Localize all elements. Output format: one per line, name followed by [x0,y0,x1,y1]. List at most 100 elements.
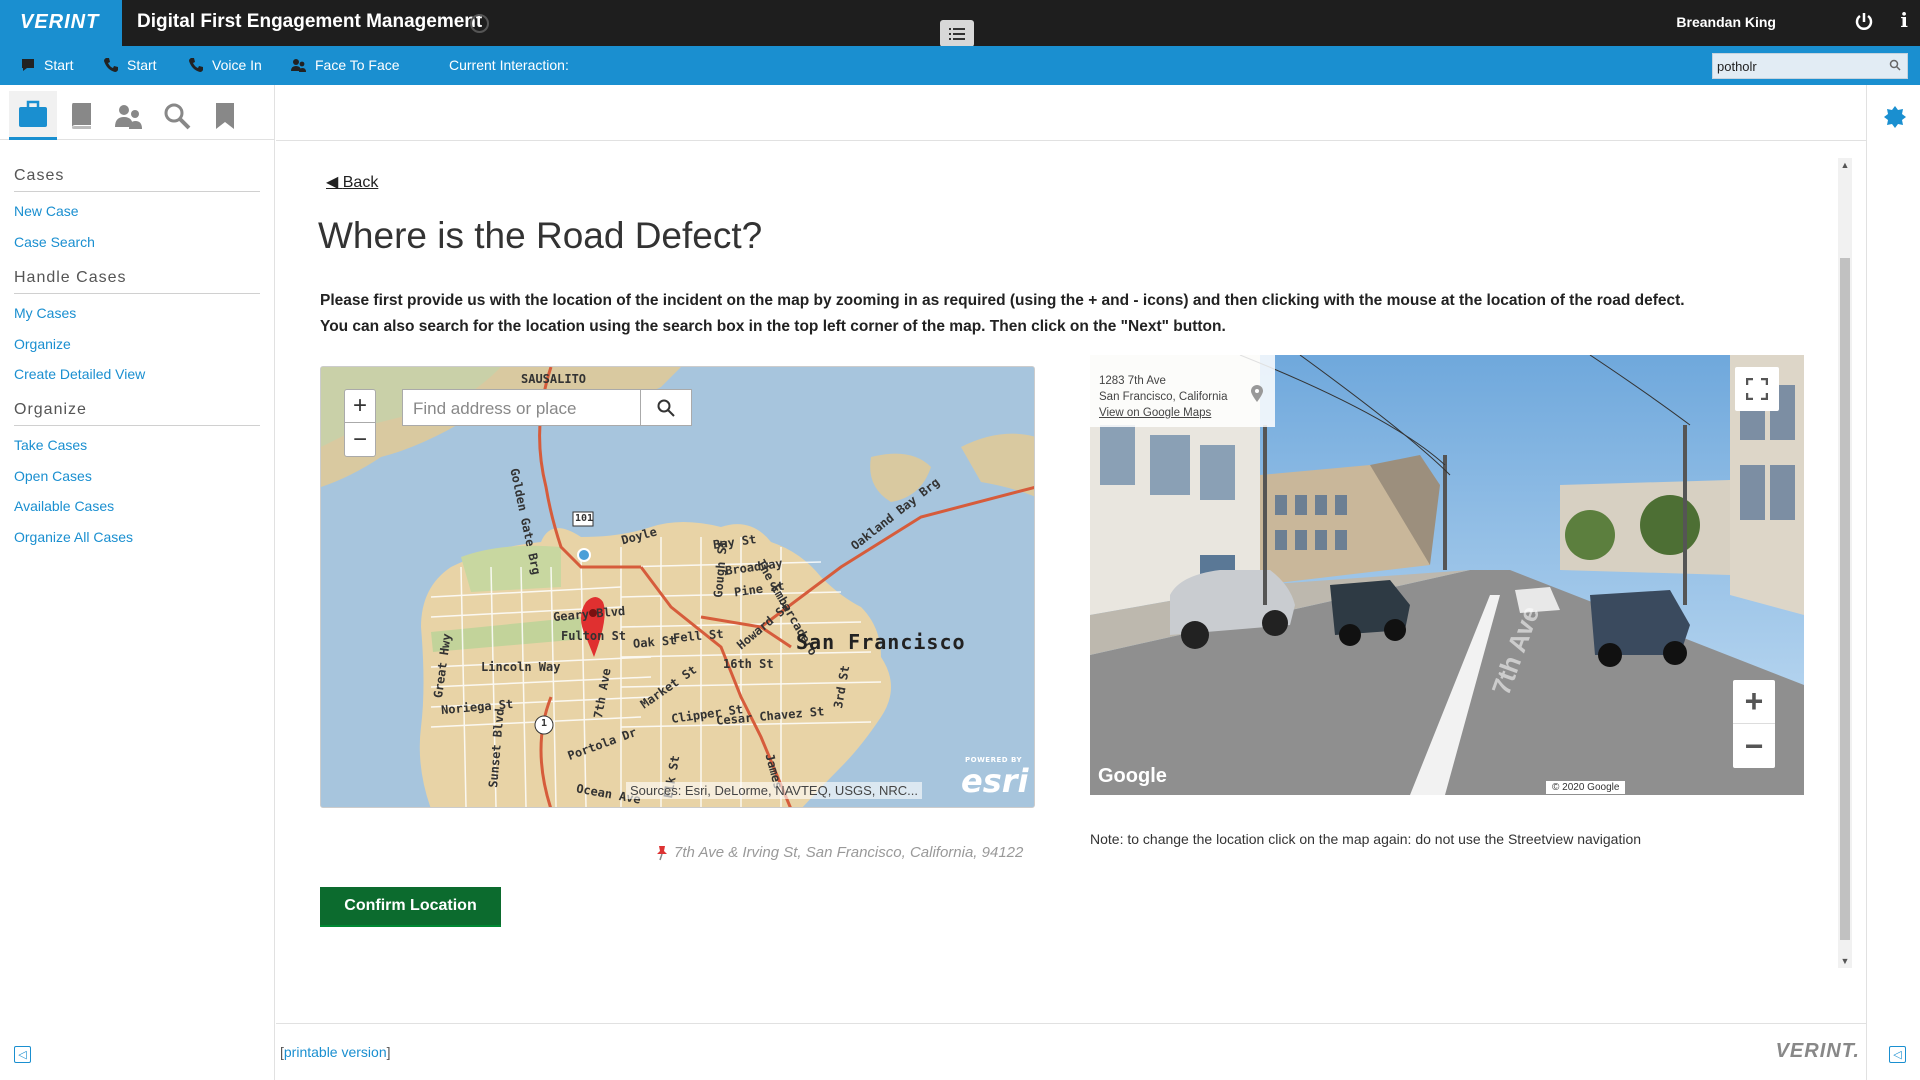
tab-cases[interactable] [9,91,57,140]
scroll-up-arrow-icon[interactable]: ▲ [1838,158,1852,172]
instructions-line: Please first provide us with the locatio… [320,292,1685,309]
face-to-face-button[interactable]: Face To Face [291,57,400,73]
printable-version-link[interactable]: printable version [284,1044,387,1060]
back-link[interactable]: ◀ Back [326,172,378,192]
sidebar-item-organize-all-cases[interactable]: Organize All Cases [14,529,133,545]
search-icon [657,399,675,417]
section-organize: Organize [14,401,260,426]
map-zoom-in-button[interactable]: + [345,390,375,423]
city-label: San Francisco [796,630,966,654]
start-call-button[interactable]: Start [103,57,157,73]
esri-logo: POWERED BY esri [961,756,1029,800]
collapse-sidebar-icon[interactable]: ◁ [14,1046,31,1063]
action-label: Start [44,57,74,73]
user-name[interactable]: Breandan King [1676,14,1776,30]
map-label: SAUSALITO [521,372,587,386]
tab-knowledge[interactable] [57,91,105,140]
left-sidebar: Cases New Case Case Search Handle Cases … [0,85,275,1080]
main-header-area [276,85,1866,141]
street-view-zoom: + − [1733,680,1775,768]
power-icon[interactable] [1853,10,1875,34]
map-zoom-out-button[interactable]: − [345,423,375,456]
google-logo: Google [1098,765,1167,787]
badge-icon[interactable] [1883,105,1907,129]
info-icon[interactable]: i [1900,8,1908,32]
sidebar-item-my-cases[interactable]: My Cases [14,305,76,321]
voice-in-button[interactable]: Voice In [188,57,262,73]
scrollbar-thumb[interactable] [1840,258,1850,940]
map-label: Fulton St [561,629,627,643]
map-search: Find address or place [402,389,692,426]
location-map[interactable]: SAUSALITO Golden Gate Brg Doyle Bay St B… [320,366,1035,808]
back-label: Back [342,174,379,191]
tab-search[interactable] [153,91,201,140]
selected-address: 7th Ave & Irving St, San Francisco, Cali… [654,844,1023,861]
sv-address-line: San Francisco, California [1099,391,1228,403]
verint-logo: VERINT [0,0,122,46]
street-view-panel[interactable]: 1283 7th Ave San Francisco, California V… [1090,355,1804,795]
printable-version: [printable version] [280,1044,391,1060]
fullscreen-icon [1746,378,1768,400]
map-search-button[interactable] [641,390,691,425]
section-handle-cases: Handle Cases [14,269,260,294]
loading-spinner-icon [470,14,489,33]
global-search[interactable] [1712,53,1908,79]
scroll-down-arrow-icon[interactable]: ▼ [1838,954,1852,968]
top-bar: VERINT Digital First Engagement Manageme… [0,0,1920,47]
tab-contacts[interactable] [105,91,153,140]
app-title: Digital First Engagement Management [137,11,483,32]
action-label: Face To Face [315,57,400,73]
sidebar-item-open-cases[interactable]: Open Cases [14,468,92,484]
map-label: Lincoln Way [481,660,561,674]
briefcase-icon [19,100,47,127]
fullscreen-button[interactable] [1735,367,1779,411]
page-title: Where is the Road Defect? [318,215,763,256]
main-content: ◀ Back Where is the Road Defect? Please … [276,141,1866,1023]
map-label: 16th St [723,657,774,671]
sidebar-tabs [0,85,275,140]
esri-text: esri [961,762,1029,800]
start-chat-button[interactable]: Start [20,57,74,73]
confirm-location-button[interactable]: Confirm Location [320,887,501,927]
route-shield-label: 1 [541,718,548,729]
phone-icon [104,58,118,72]
map-attribution: Sources: Esri, DeLorme, NAVTEQ, USGS, NR… [626,782,922,799]
map-tiles[interactable] [321,367,1035,808]
search-icon[interactable] [1889,59,1901,71]
section-cases: Cases [14,167,260,192]
tab-bookmarks[interactable] [201,91,249,140]
search-icon [164,103,191,129]
sv-zoom-out-button[interactable]: − [1733,724,1775,768]
bracket: ] [386,1044,391,1060]
sidebar-item-create-detailed-view[interactable]: Create Detailed View [14,366,145,382]
google-copyright: © 2020 Google [1546,781,1626,794]
sidebar-item-take-cases[interactable]: Take Cases [14,437,87,453]
menu-toggle-button[interactable] [940,20,974,47]
right-panel-strip: ◁ [1866,85,1920,1080]
map-pin-icon [1251,385,1263,402]
pin-icon [657,845,667,860]
sidebar-item-available-cases[interactable]: Available Cases [14,498,114,514]
address-text: 7th Ave & Irving St, San Francisco, Cali… [674,844,1024,861]
chat-icon [22,59,34,71]
global-search-input[interactable] [1713,54,1883,78]
map-zoom-control: + − [344,389,376,457]
powered-by-label: POWERED BY [965,756,1023,764]
street-view-info: 1283 7th Ave San Francisco, California V… [1090,355,1275,427]
list-icon [949,27,965,40]
logo-text: VERINT [20,11,100,33]
expand-right-panel-icon[interactable]: ◁ [1889,1046,1906,1063]
sidebar-item-organize[interactable]: Organize [14,336,71,352]
map-search-input[interactable]: Find address or place [403,390,641,425]
current-interaction-label: Current Interaction: [449,57,569,73]
sidebar-item-new-case[interactable]: New Case [14,203,79,219]
view-on-google-maps-link[interactable]: View on Google Maps [1099,405,1275,421]
sidebar-item-case-search[interactable]: Case Search [14,234,95,250]
content-scrollbar[interactable]: ▲ ▼ [1838,158,1852,968]
instructions-line: You can also search for the location usi… [320,318,1226,335]
people-icon [291,59,306,72]
sv-zoom-in-button[interactable]: + [1733,680,1775,724]
action-label: Start [127,57,157,73]
phone-icon [189,58,203,72]
bookmark-icon [216,102,234,129]
